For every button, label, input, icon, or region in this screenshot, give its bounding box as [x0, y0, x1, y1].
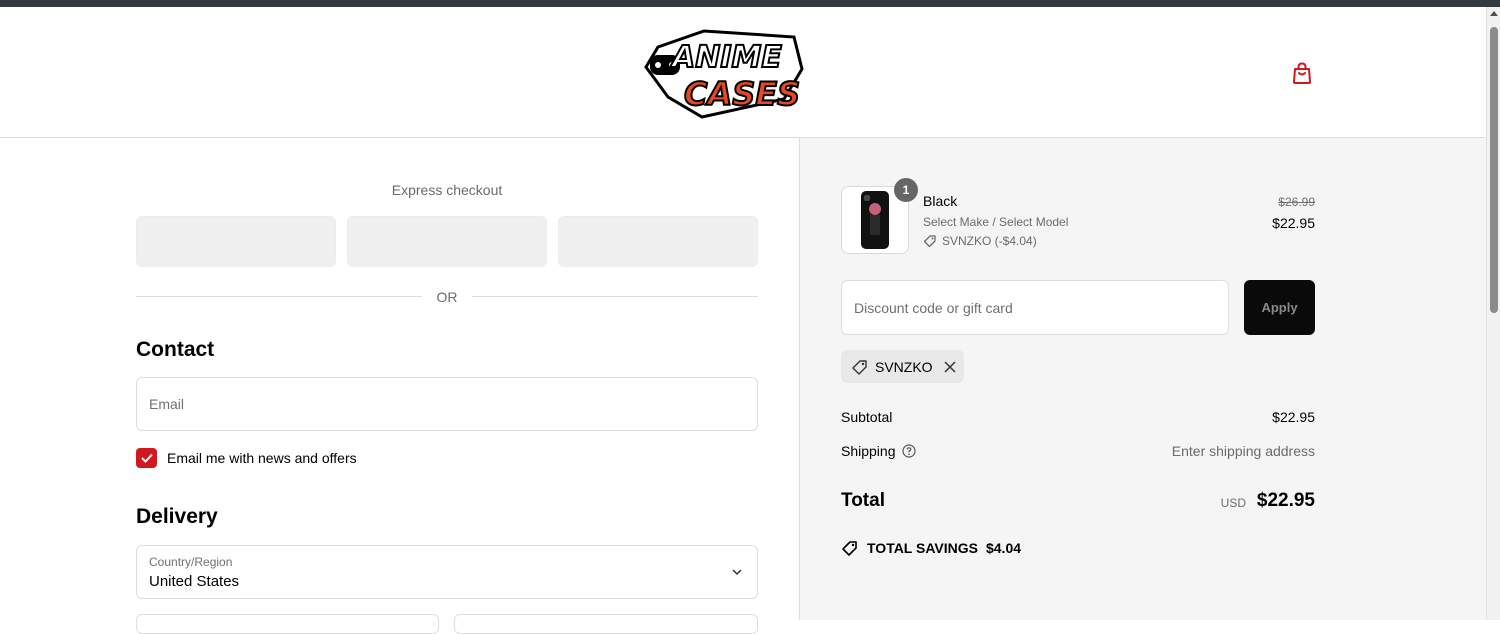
svg-text:CASES: CASES [684, 75, 800, 113]
country-region-select[interactable]: Country/Region United States [136, 545, 758, 599]
email-field[interactable]: Email [136, 377, 758, 431]
quantity-badge: 1 [894, 178, 918, 202]
newsletter-checkbox[interactable] [136, 448, 157, 468]
tag-icon [923, 235, 936, 248]
anime-cases-logo[interactable]: ANIME CASES [644, 27, 808, 119]
item-name: Black [923, 193, 958, 209]
applied-discount-chip: SVNZKO [841, 350, 964, 383]
svg-text:ANIME: ANIME [670, 40, 782, 75]
subtotal-label: Subtotal [841, 409, 893, 425]
shipping-value: Enter shipping address [1171, 443, 1315, 459]
apply-button[interactable]: Apply [1244, 280, 1315, 335]
shipping-label: Shipping [841, 443, 896, 459]
country-region-value: United States [149, 573, 240, 590]
express-pay-button-1[interactable] [136, 216, 336, 267]
original-price: $26.99 [1278, 195, 1315, 209]
last-name-field[interactable] [454, 614, 758, 634]
item-price: $22.95 [1272, 215, 1315, 231]
page-scrollbar[interactable] [1486, 7, 1500, 620]
discount-code-field[interactable] [841, 280, 1229, 335]
divider-line [472, 296, 758, 297]
scrollbar-thumb[interactable] [1490, 27, 1498, 313]
tag-icon [852, 359, 867, 375]
item-discount-text: SVNZKO (-$4.04) [942, 234, 1037, 248]
chevron-down-icon [732, 569, 742, 576]
or-divider: OR [136, 288, 758, 306]
savings-label: TOTAL SAVINGS [867, 540, 978, 556]
or-label: OR [436, 289, 458, 305]
applied-code-text: SVNZKO [875, 358, 933, 375]
first-name-field[interactable] [136, 614, 439, 634]
item-variant: Select Make / Select Model [923, 215, 1069, 229]
help-icon[interactable] [901, 444, 916, 458]
subtotal-value: $22.95 [1272, 409, 1315, 425]
express-checkout-title: Express checkout [391, 182, 503, 198]
savings-tag-icon [842, 541, 857, 556]
item-discount: SVNZKO (-$4.04) [923, 234, 1037, 248]
product-thumbnail: 1 [841, 178, 918, 254]
express-pay-button-3[interactable] [558, 216, 758, 267]
email-placeholder: Email [149, 396, 185, 412]
close-icon[interactable] [943, 360, 957, 374]
browser-top-bar [0, 0, 1500, 7]
express-pay-button-2[interactable] [347, 216, 547, 267]
checkout-form-column: Express checkout OR Contact Email Email … [0, 138, 800, 634]
savings-value: $4.04 [985, 540, 1022, 556]
total-currency: USD [1220, 496, 1246, 510]
total-savings: TOTAL SAVINGS $4.04 [841, 539, 1021, 557]
total-value: $22.95 [1256, 490, 1315, 511]
shipping-row-label: Shipping [841, 443, 916, 459]
checkmark-icon [140, 453, 153, 463]
contact-heading: Contact [136, 338, 215, 361]
country-region-label: Country/Region [149, 555, 233, 569]
newsletter-label: Email me with news and offers [167, 450, 357, 466]
order-summary-column: 1 Black Select Make / Select Model SVNZK… [800, 138, 1486, 620]
site-header: ANIME CASES [0, 7, 1486, 138]
scroll-up-arrow-icon[interactable] [1490, 11, 1498, 16]
delivery-heading: Delivery [136, 505, 218, 528]
total-label: Total [841, 490, 885, 511]
discount-code-input[interactable] [854, 281, 1214, 334]
shopping-bag-icon[interactable] [1288, 59, 1316, 87]
